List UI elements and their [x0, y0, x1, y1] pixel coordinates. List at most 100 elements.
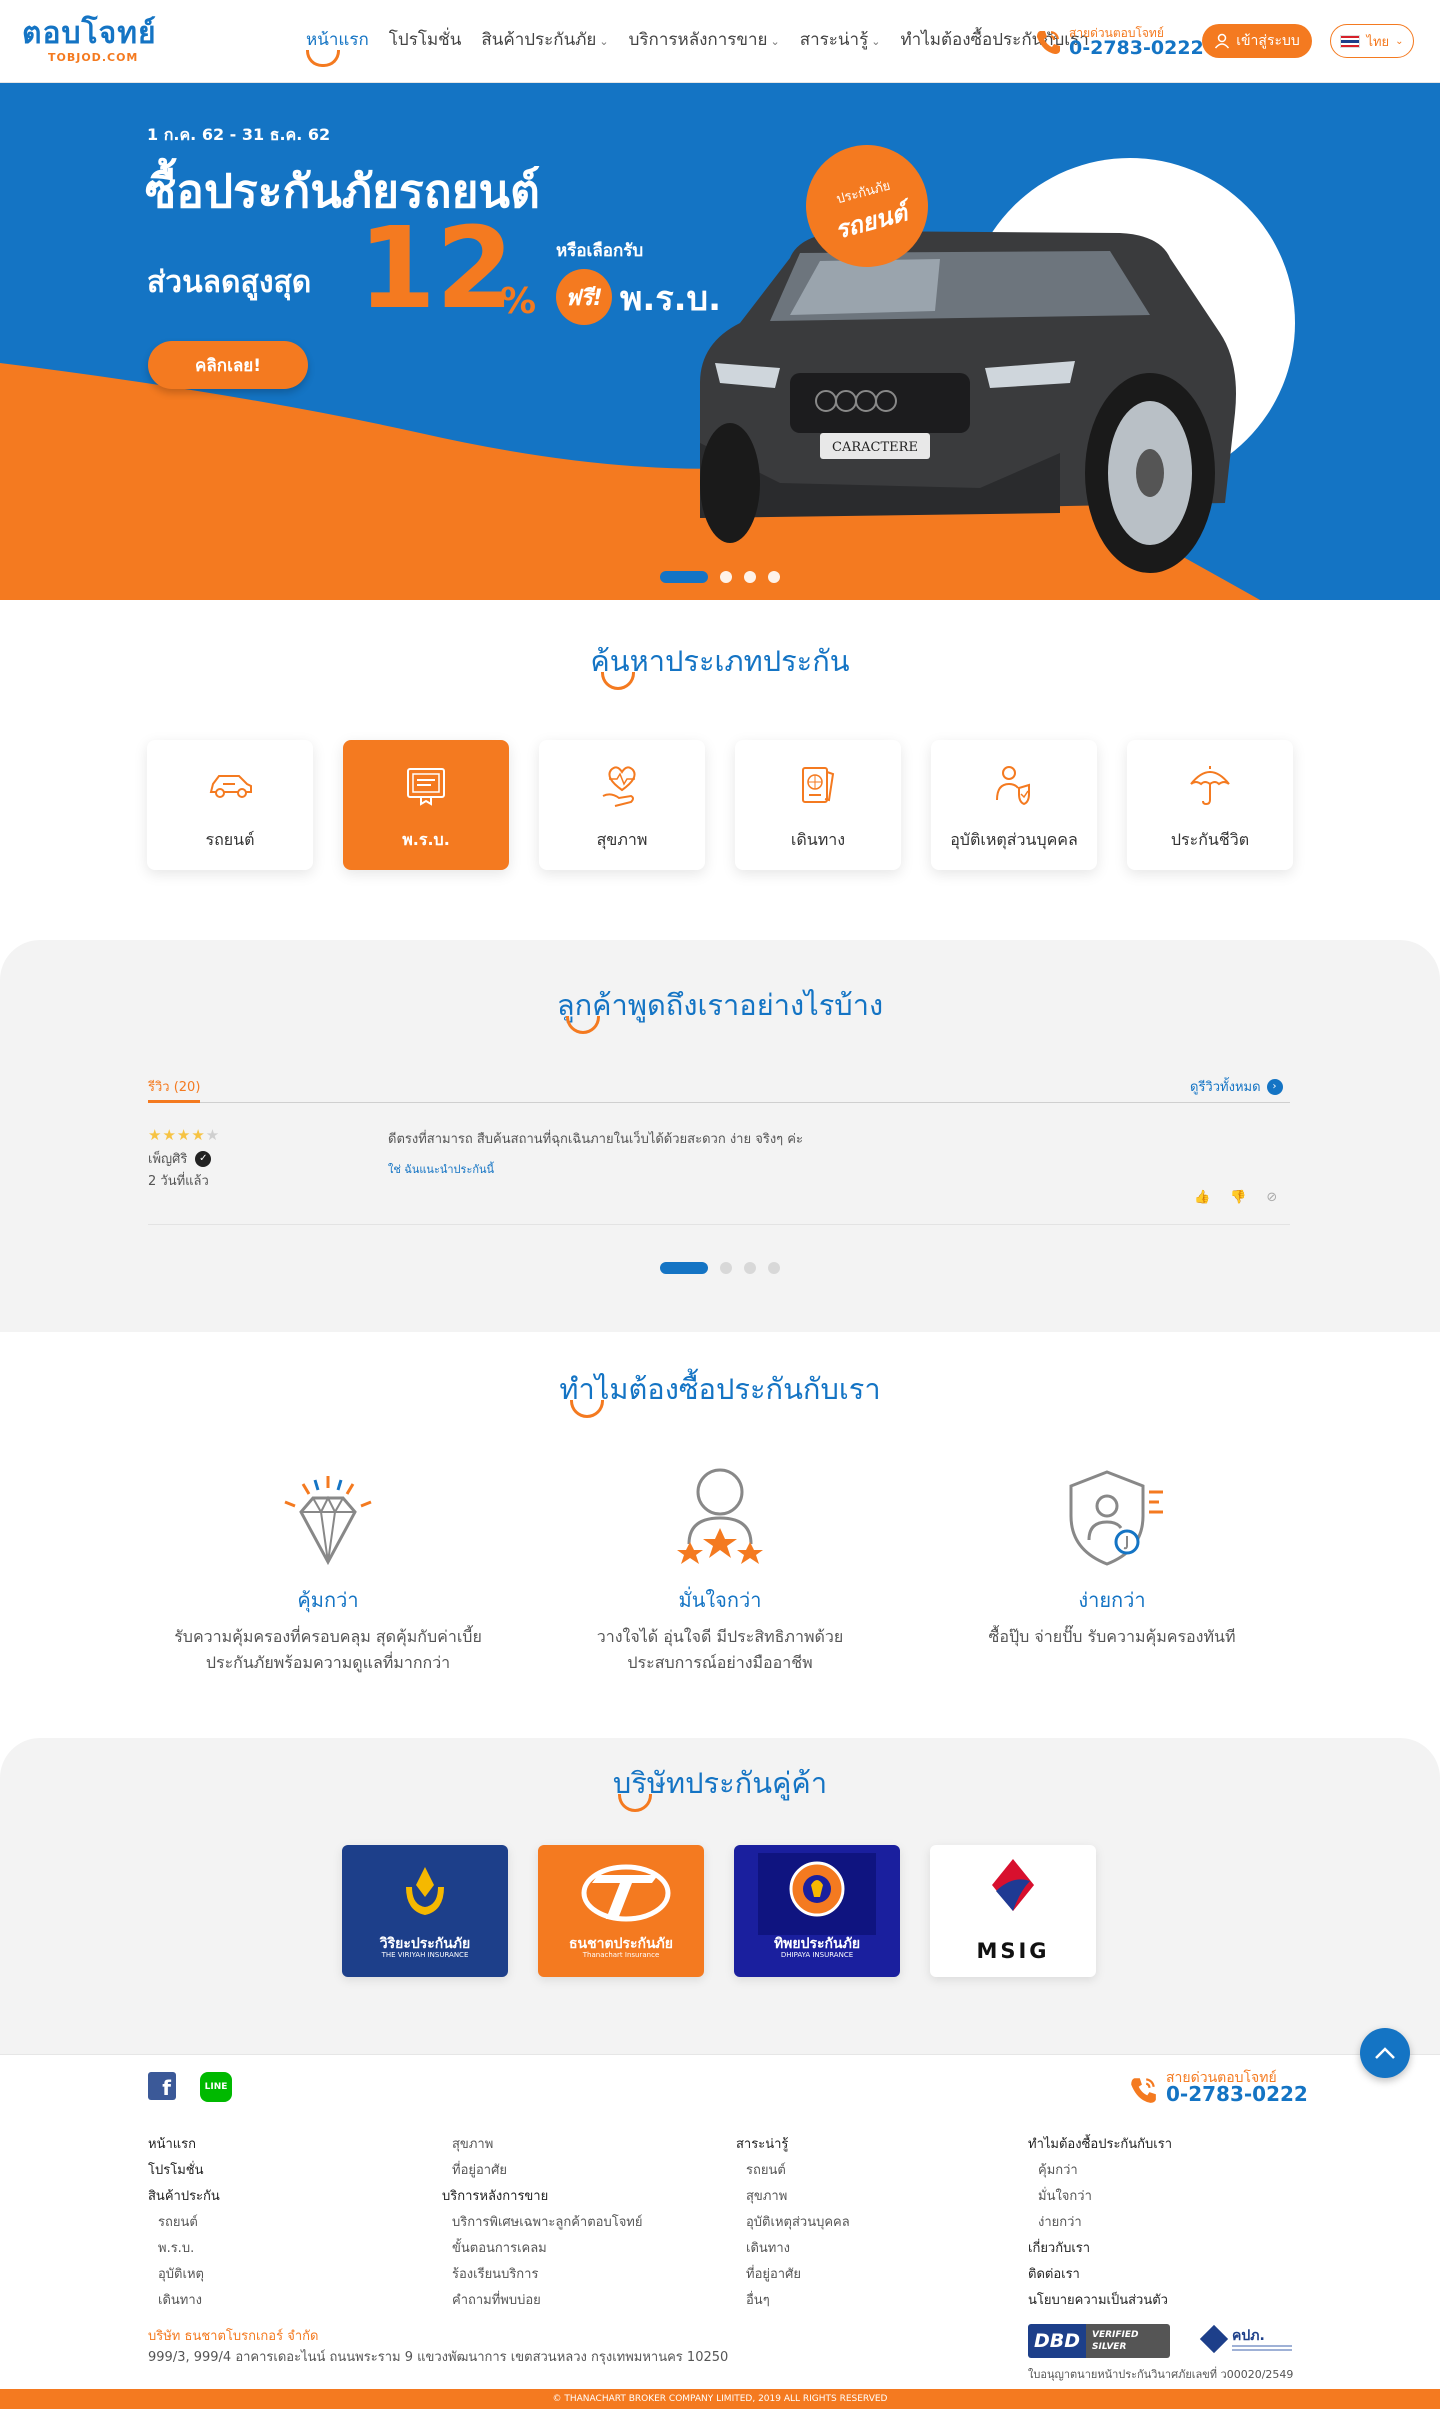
- card-life[interactable]: ประกันชีวิต: [1127, 740, 1293, 870]
- card-label: รถยนต์: [205, 830, 255, 849]
- thumbs-down-icon[interactable]: 👎: [1230, 1190, 1246, 1205]
- line-icon[interactable]: LINE: [200, 2072, 232, 2102]
- why-us-section: ทำไมต้องซื้อประกันกับเรา คุ้มกว่า รับควา…: [0, 1332, 1440, 1738]
- card-label: สุขภาพ: [596, 830, 648, 849]
- footer-hotline[interactable]: สายด่วนตอบโจทย์ 0-2783-0222: [1128, 2067, 1308, 2107]
- footer-link[interactable]: สุขภาพ: [442, 2132, 702, 2158]
- partner-msig[interactable]: MSIG: [930, 1845, 1096, 1977]
- footer-link[interactable]: รถยนต์: [736, 2158, 996, 2184]
- insurance-type-cards: รถยนต์ พ.ร.บ. สุขภาพ เดินทาง อุบัติเหตุส…: [147, 740, 1293, 870]
- login-button[interactable]: เข้าสู่ระบบ: [1202, 24, 1312, 58]
- hero-discount-number: 12: [358, 204, 514, 334]
- partner-sub: DHIPAYA INSURANCE: [780, 1951, 854, 1959]
- footer-link[interactable]: บริการพิเศษเฉพาะลูกค้าตอบโจทย์: [442, 2210, 702, 2236]
- title-swoosh-decoration: [601, 672, 635, 690]
- footer-link[interactable]: เดินทาง: [736, 2236, 996, 2262]
- title-swoosh-decoration: [566, 1016, 600, 1034]
- slider-dot[interactable]: [744, 1262, 756, 1274]
- footer-link[interactable]: อื่นๆ: [736, 2288, 996, 2314]
- footer-link[interactable]: สาระน่ารู้: [736, 2132, 996, 2158]
- card-car[interactable]: รถยนต์: [147, 740, 313, 870]
- hero-subtitle: ส่วนลดสูงสุด: [147, 265, 312, 300]
- footer-link[interactable]: สุขภาพ: [736, 2184, 996, 2210]
- footer-link[interactable]: คำถามที่พบบ่อย: [442, 2288, 702, 2314]
- footer-link[interactable]: รถยนต์: [148, 2210, 408, 2236]
- footer-link[interactable]: นโยบายความเป็นส่วนตัว: [1028, 2288, 1288, 2314]
- footer-link[interactable]: ที่อยู่อาศัย: [736, 2262, 996, 2288]
- slider-dot[interactable]: [720, 571, 732, 583]
- footer-link[interactable]: ขั้นตอนการเคลม: [442, 2236, 702, 2262]
- card-personal-accident[interactable]: อุบัติเหตุส่วนบุคคล: [931, 740, 1097, 870]
- footer-link[interactable]: มั่นใจกว่า: [1028, 2184, 1288, 2210]
- footer-link[interactable]: เกี่ยวกับเรา: [1028, 2236, 1288, 2262]
- dbd-badge-text: VERIFIED SILVER: [1086, 2324, 1170, 2358]
- footer-link[interactable]: บริการหลังการขาย: [442, 2184, 702, 2210]
- divider: [148, 1102, 1290, 1103]
- footer-link[interactable]: สินค้าประกัน: [148, 2184, 408, 2210]
- facebook-icon[interactable]: f: [148, 2072, 176, 2100]
- person-shield-icon: [996, 766, 1030, 806]
- why-item-easy: ง่ายกว่า ซื้อปุ๊บ จ่ายปั๊บ รับความคุ้มคร…: [947, 1462, 1277, 1650]
- copyright-bar: © THANACHART BROKER COMPANY LIMITED, 201…: [0, 2389, 1440, 2409]
- nav-products[interactable]: สินค้าประกันภัย ⌄: [471, 28, 618, 58]
- language-selector[interactable]: ไทย ⌄: [1330, 24, 1414, 58]
- footer-link[interactable]: อุบัติเหตุส่วนบุคคล: [736, 2210, 996, 2236]
- hero-slider-dots: [660, 571, 780, 583]
- slider-dot[interactable]: [744, 571, 756, 583]
- nav-after-sales[interactable]: บริการหลังการขาย ⌄: [619, 28, 790, 58]
- reviewer-name: เพ็ญศิริ ✓: [148, 1148, 212, 1169]
- nav-home[interactable]: หน้าแรก: [296, 28, 379, 67]
- see-all-reviews-link[interactable]: ดูรีวิวทั้งหมด ›: [1190, 1076, 1283, 1097]
- nav-promotion[interactable]: โปรโมชั่น: [379, 28, 472, 58]
- company-address: 999/3, 999/4 อาคารเดอะไนน์ ถนนพระราม 9 แ…: [148, 2350, 729, 2365]
- partner-thanachart[interactable]: ธนชาตประกันภัย Thanachart Insurance: [538, 1845, 704, 1977]
- card-travel[interactable]: เดินทาง: [735, 740, 901, 870]
- header-hotline[interactable]: สายด่วนตอบโจทย์ 0-2783-0222: [1034, 24, 1204, 60]
- footer-link[interactable]: พ.ร.บ.: [148, 2236, 408, 2262]
- slider-dot[interactable]: [720, 1262, 732, 1274]
- footer-link[interactable]: หน้าแรก: [148, 2132, 408, 2158]
- hero-cta-button[interactable]: คลิกเลย!: [148, 341, 308, 389]
- footer-link[interactable]: เดินทาง: [148, 2288, 408, 2314]
- divider: [148, 1224, 1290, 1225]
- reviews-section: ลูกค้าพูดถึงเราอย่างไรบ้าง รีวิว (20) ดู…: [0, 940, 1440, 1332]
- nav-knowledge[interactable]: สาระน่ารู้ ⌄: [790, 28, 891, 58]
- reviews-tab[interactable]: รีวิว (20): [148, 1076, 200, 1097]
- shield-user-icon: [1069, 1470, 1163, 1566]
- partner-viriyah[interactable]: วิริยะประกันภัย THE VIRIYAH INSURANCE: [342, 1845, 508, 1977]
- umbrella-icon: [1190, 766, 1230, 806]
- company-name: บริษัท ธนชาตโบรกเกอร์ จำกัด: [148, 2329, 319, 2344]
- footer-link[interactable]: โปรโมชั่น: [148, 2158, 408, 2184]
- slider-dot[interactable]: [768, 571, 780, 583]
- report-icon[interactable]: ⊘: [1266, 1190, 1277, 1205]
- card-prb[interactable]: พ.ร.บ.: [343, 740, 509, 870]
- review-time: 2 วันที่แล้ว: [148, 1174, 209, 1189]
- phone-icon: [1131, 2078, 1156, 2103]
- footer-link[interactable]: อุบัติเหตุ: [148, 2262, 408, 2288]
- site-logo[interactable]: ตอบโจทย์ TOBJOD.COM: [22, 18, 162, 68]
- heart-hand-icon: [602, 766, 636, 807]
- dbd-verified-badge[interactable]: DBD VERIFIED SILVER: [1028, 2324, 1170, 2358]
- footer-link[interactable]: ง่ายกว่า: [1028, 2210, 1288, 2236]
- footer-link[interactable]: ติดต่อเรา: [1028, 2262, 1288, 2288]
- footer-link[interactable]: ร้องเรียนบริการ: [442, 2262, 702, 2288]
- card-health[interactable]: สุขภาพ: [539, 740, 705, 870]
- footer-col-3: สาระน่ารู้ รถยนต์ สุขภาพ อุบัติเหตุส่วนบุคค…: [736, 2132, 996, 2314]
- thumbs-up-icon[interactable]: 👍: [1194, 1190, 1210, 1205]
- back-to-top-button[interactable]: [1360, 2028, 1410, 2078]
- footer-link[interactable]: ทำไมต้องซื้อประกันกับเรา: [1028, 2132, 1288, 2158]
- title-swoosh-decoration: [570, 1400, 604, 1418]
- slider-dot[interactable]: [660, 1262, 708, 1274]
- hero-banner[interactable]: CARACTERE 1 ก.ค. 62 - 31 ธ.ค. 62 ซื้อประ…: [0, 83, 1440, 600]
- partner-dhipaya[interactable]: ทิพยประกันภัย DHIPAYA INSURANCE: [734, 1845, 900, 1977]
- oic-logo[interactable]: คปภ.: [1199, 2323, 1296, 2357]
- footer-link[interactable]: คุ้มกว่า: [1028, 2158, 1288, 2184]
- dhipaya-logo-icon: [758, 1853, 876, 1935]
- slider-dot[interactable]: [660, 571, 708, 583]
- slider-dot[interactable]: [768, 1262, 780, 1274]
- chevron-down-icon: ⌄: [770, 35, 780, 48]
- rating-stars: ★★★★★: [148, 1126, 220, 1144]
- footer-link[interactable]: ที่อยู่อาศัย: [442, 2158, 702, 2184]
- car-icon: [209, 775, 252, 798]
- dbd-label: DBD: [1028, 2324, 1086, 2358]
